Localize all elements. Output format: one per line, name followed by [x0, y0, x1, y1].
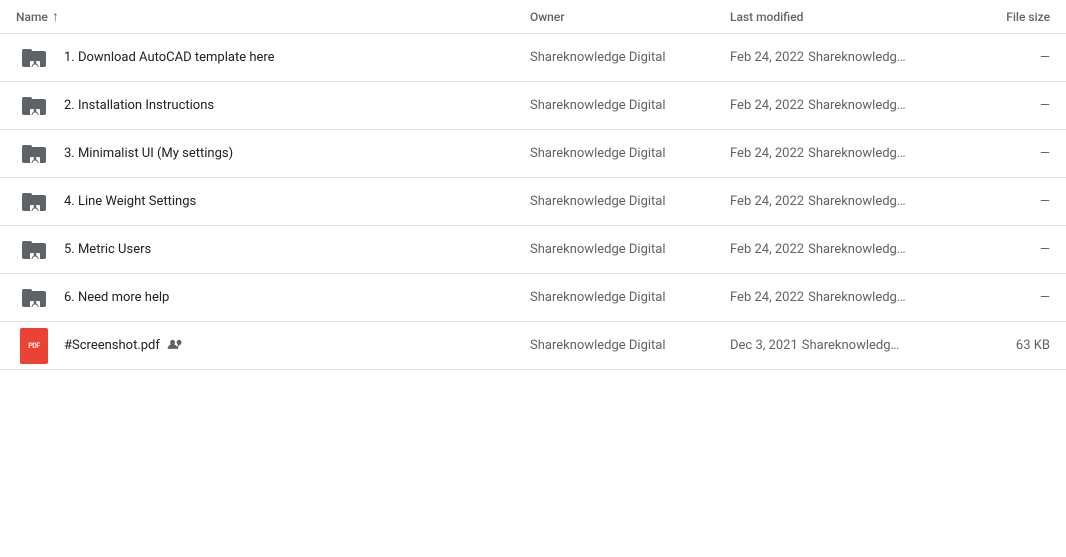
header-name[interactable]: Name ↑: [16, 8, 530, 25]
file-modified: Feb 24, 2022 Shareknowledge …: [730, 194, 950, 209]
folder-icon: [16, 232, 52, 268]
table-row[interactable]: 6. Need more help Shareknowledge Digital…: [0, 274, 1066, 322]
table-row[interactable]: 2. Installation Instructions Shareknowle…: [0, 82, 1066, 130]
file-size: —: [950, 290, 1050, 305]
file-modified: Feb 24, 2022 Shareknowledge …: [730, 290, 950, 305]
file-name: 5. Metric Users: [64, 242, 530, 257]
file-owner: Shareknowledge Digital: [530, 146, 730, 161]
file-name: 3. Minimalist UI (My settings): [64, 146, 530, 161]
file-size: —: [950, 194, 1050, 209]
pdf-icon: PDF: [16, 328, 52, 364]
file-owner: Shareknowledge Digital: [530, 338, 730, 353]
folder-icon: [16, 280, 52, 316]
file-name: 4. Line Weight Settings: [64, 194, 530, 209]
folder-icon: [16, 136, 52, 172]
file-modified: Feb 24, 2022 Shareknowledge …: [730, 98, 950, 113]
sort-arrow-icon: ↑: [52, 8, 59, 25]
table-row[interactable]: 5. Metric Users Shareknowledge Digital F…: [0, 226, 1066, 274]
file-size: —: [950, 98, 1050, 113]
table-row[interactable]: PDF #Screenshot.pdf Shareknowledge Digit…: [0, 322, 1066, 370]
shared-icon: [166, 338, 184, 354]
table-row[interactable]: 4. Line Weight Settings Shareknowledge D…: [0, 178, 1066, 226]
file-name: 1. Download AutoCAD template here: [64, 50, 530, 65]
table-row[interactable]: 1. Download AutoCAD template here Sharek…: [0, 34, 1066, 82]
table-header: Name ↑ Owner Last modified File size: [0, 0, 1066, 34]
file-list: Name ↑ Owner Last modified File size: [0, 0, 1066, 370]
file-owner: Shareknowledge Digital: [530, 50, 730, 65]
folder-icon: [16, 40, 52, 76]
file-modified: Feb 24, 2022 Shareknowledge …: [730, 242, 950, 257]
table-row[interactable]: 3. Minimalist UI (My settings) Shareknow…: [0, 130, 1066, 178]
name-header-label: Name: [16, 10, 48, 24]
header-modified: Last modified: [730, 10, 950, 24]
file-name: #Screenshot.pdf: [64, 338, 530, 354]
file-modified: Feb 24, 2022 Shareknowledge …: [730, 50, 950, 65]
rows-container: 1. Download AutoCAD template here Sharek…: [0, 34, 1066, 370]
folder-icon: [16, 184, 52, 220]
file-size: —: [950, 50, 1050, 65]
file-size: —: [950, 146, 1050, 161]
file-modified: Feb 24, 2022 Shareknowledge …: [730, 146, 950, 161]
file-owner: Shareknowledge Digital: [530, 242, 730, 257]
file-owner: Shareknowledge Digital: [530, 194, 730, 209]
header-size: File size: [950, 10, 1050, 24]
file-owner: Shareknowledge Digital: [530, 98, 730, 113]
header-owner: Owner: [530, 10, 730, 24]
file-owner: Shareknowledge Digital: [530, 290, 730, 305]
file-modified: Dec 3, 2021 Shareknowledge …: [730, 338, 950, 353]
file-size: 63 KB: [950, 338, 1050, 353]
file-name: 2. Installation Instructions: [64, 98, 530, 113]
file-size: —: [950, 242, 1050, 257]
folder-icon: [16, 88, 52, 124]
file-name: 6. Need more help: [64, 290, 530, 305]
